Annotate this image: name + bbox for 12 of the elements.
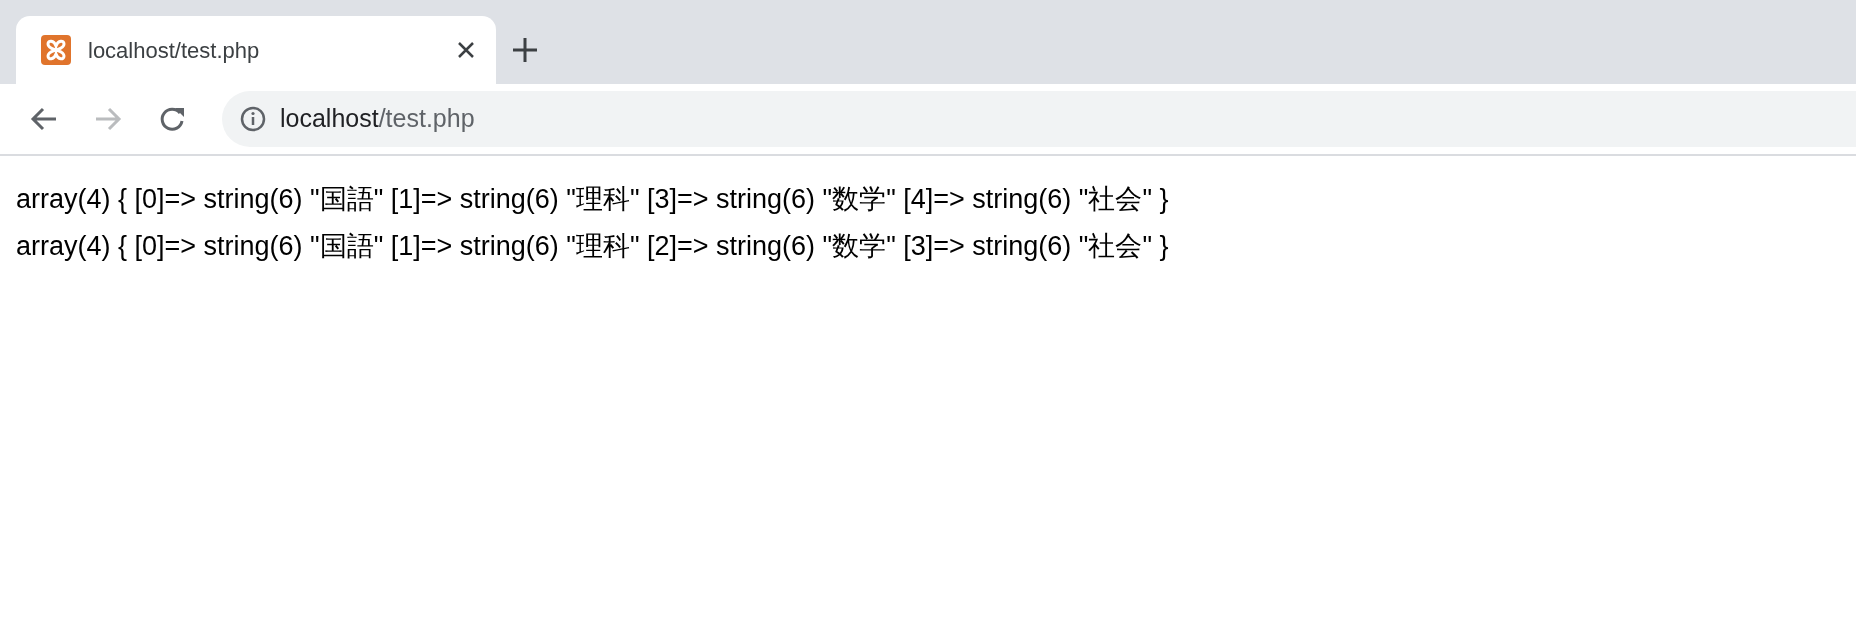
favicon-icon xyxy=(40,34,72,66)
reload-icon[interactable] xyxy=(158,105,186,133)
close-icon[interactable] xyxy=(456,40,476,60)
address-bar[interactable]: localhost/test.php xyxy=(222,91,1856,147)
output-line: array(4) { [0]=> string(6) "国語" [1]=> string(6) "理科" [3]=> string(6) "数学" [4]=> string(6) "社会" } xyxy=(16,183,1169,216)
back-arrow-icon[interactable] xyxy=(30,105,58,133)
url-text: localhost/test.php xyxy=(280,103,475,135)
tab-title: localhost/test.php xyxy=(88,36,261,65)
new-tab-icon[interactable] xyxy=(512,37,538,63)
browser-tab[interactable]: localhost/test.php xyxy=(16,16,496,84)
info-icon xyxy=(240,106,266,132)
output-line: array(4) { [0]=> string(6) "国語" [1]=> string(6) "理科" [2]=> string(6) "数学" [3]=> string(6) "社会" } xyxy=(16,230,1169,263)
